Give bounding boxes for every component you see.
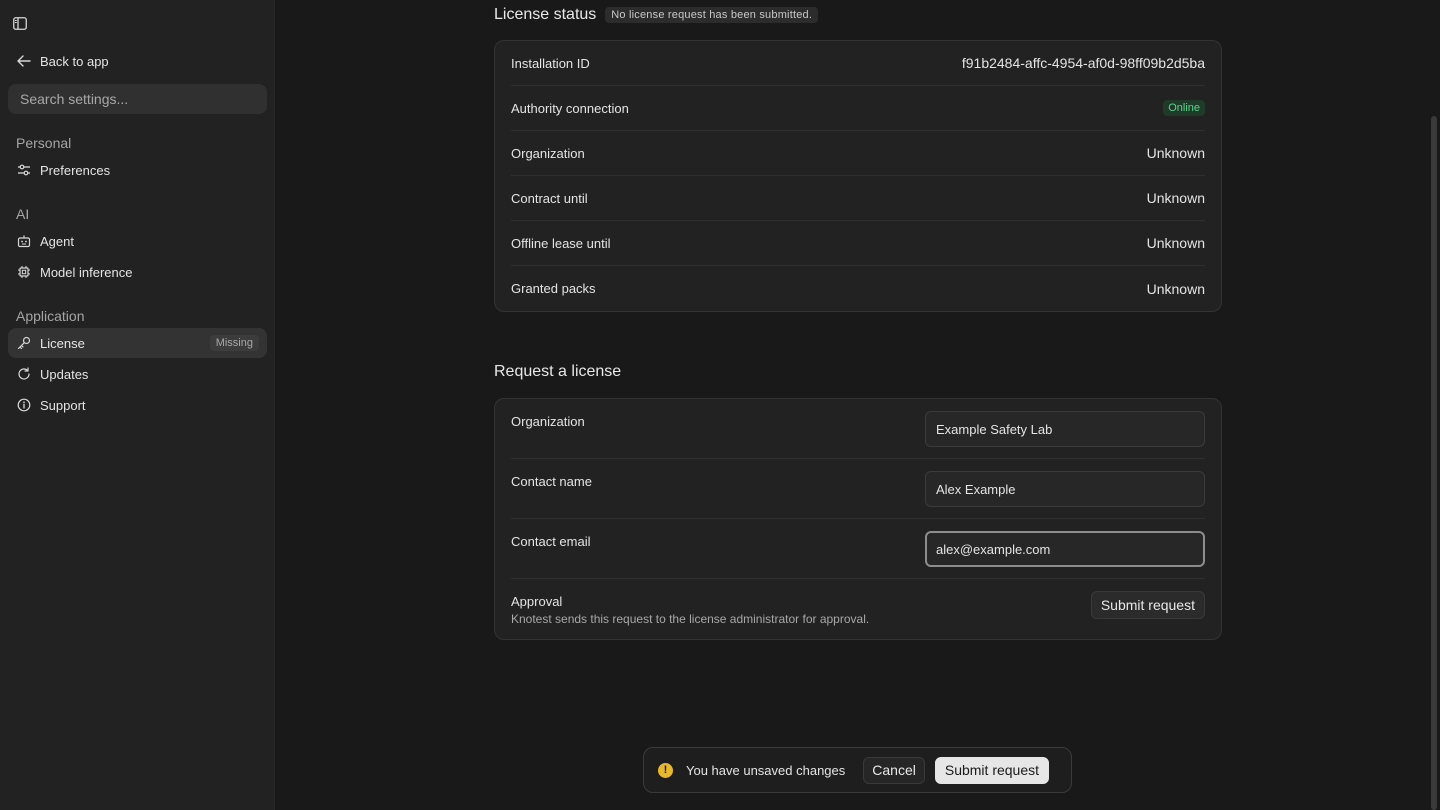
info-icon [16, 398, 31, 413]
back-to-app-label: Back to app [40, 53, 109, 69]
contract-until-row: Contract until Unknown [511, 176, 1205, 221]
sidebar-item-model-inference[interactable]: Model inference [8, 257, 267, 287]
row-label: Authority connection [511, 100, 629, 116]
sidebar-item-support[interactable]: Support [8, 390, 267, 420]
approval-label: Approval [511, 594, 563, 609]
license-status-title: License status [494, 6, 597, 23]
sidebar-item-updates[interactable]: Updates [8, 359, 267, 389]
settings-search[interactable] [8, 84, 267, 114]
sidebar-item-label: License [40, 335, 85, 351]
contact-email-form-row: Contact email [511, 519, 1205, 579]
sidebar-toggle-icon[interactable] [12, 15, 28, 31]
license-missing-badge: Missing [209, 335, 259, 351]
contract-until-value: Unknown [1146, 190, 1205, 206]
installation-id-row: Installation ID f91b2484-affc-4954-af0d-… [511, 41, 1205, 86]
arrow-left-icon [16, 54, 31, 69]
warning-icon: ! [658, 762, 673, 778]
approval-form-row: Approval Knotest sends this request to t… [511, 579, 1205, 639]
sidebar-item-label: Support [40, 397, 86, 413]
unsaved-changes-message: You have unsaved changes [686, 762, 846, 778]
sidebar: Back to app Personal Preferences AI Agen… [0, 0, 275, 810]
contact-email-input[interactable] [925, 531, 1205, 567]
sliders-icon [16, 163, 31, 178]
request-license-card: Organization Contact name Contact email … [494, 398, 1222, 640]
contact-name-label: Contact name [511, 474, 592, 489]
sidebar-item-label: Updates [40, 366, 89, 382]
organization-input[interactable] [925, 411, 1205, 447]
scrollbar-thumb[interactable] [1431, 116, 1437, 810]
back-to-app-link[interactable]: Back to app [16, 52, 109, 70]
approval-description: Knotest sends this request to the licens… [511, 612, 870, 626]
section-ai: AI [16, 206, 30, 222]
granted-packs-value: Unknown [1146, 280, 1205, 297]
contact-email-label: Contact email [511, 534, 591, 549]
section-personal: Personal [16, 135, 72, 151]
row-label: Granted packs [511, 281, 596, 296]
installation-id-value: f91b2484-affc-4954-af0d-98ff09b2d5ba [961, 55, 1205, 71]
organization-label: Organization [511, 414, 585, 429]
robot-icon [16, 234, 31, 249]
sidebar-item-label: Preferences [40, 162, 111, 178]
offline-lease-row: Offline lease until Unknown [511, 221, 1205, 266]
cancel-button[interactable]: Cancel [863, 756, 925, 784]
contact-name-form-row: Contact name [511, 459, 1205, 519]
request-license-title: Request a license [494, 363, 622, 380]
settings-window: Back to app Personal Preferences AI Agen… [0, 0, 1440, 810]
row-label: Organization [511, 145, 585, 161]
unsaved-changes-bar: ! You have unsaved changes Cancel Submit… [643, 747, 1072, 793]
contact-name-input[interactable] [925, 471, 1205, 507]
organization-row: Organization Unknown [511, 131, 1205, 176]
search-input[interactable] [20, 91, 255, 107]
online-status-badge: Online [1163, 100, 1205, 116]
sidebar-item-agent[interactable]: Agent [8, 226, 267, 256]
toast-submit-request-button[interactable]: Submit request [934, 756, 1050, 784]
sidebar-item-license[interactable]: License Missing [8, 328, 267, 358]
submit-request-button[interactable]: Submit request [1090, 591, 1205, 619]
license-status-card: Installation ID f91b2484-affc-4954-af0d-… [494, 40, 1222, 312]
refresh-icon [16, 367, 31, 382]
granted-packs-row: Granted packs Unknown [511, 266, 1205, 311]
row-label: Installation ID [511, 55, 590, 71]
offline-lease-value: Unknown [1146, 235, 1205, 251]
authority-connection-row: Authority connection Online [511, 86, 1205, 131]
license-status-header: License status No license request has be… [494, 5, 819, 25]
row-label: Contract until [511, 190, 588, 206]
sidebar-item-label: Model inference [40, 264, 133, 280]
chip-icon [16, 265, 31, 280]
organization-value: Unknown [1146, 145, 1205, 161]
license-request-status-chip: No license request has been submitted. [605, 7, 819, 23]
row-label: Offline lease until [511, 235, 611, 251]
key-icon [16, 336, 31, 351]
organization-form-row: Organization [511, 399, 1205, 459]
section-application: Application [16, 308, 85, 324]
sidebar-item-label: Agent [40, 233, 74, 249]
sidebar-item-preferences[interactable]: Preferences [8, 155, 267, 185]
